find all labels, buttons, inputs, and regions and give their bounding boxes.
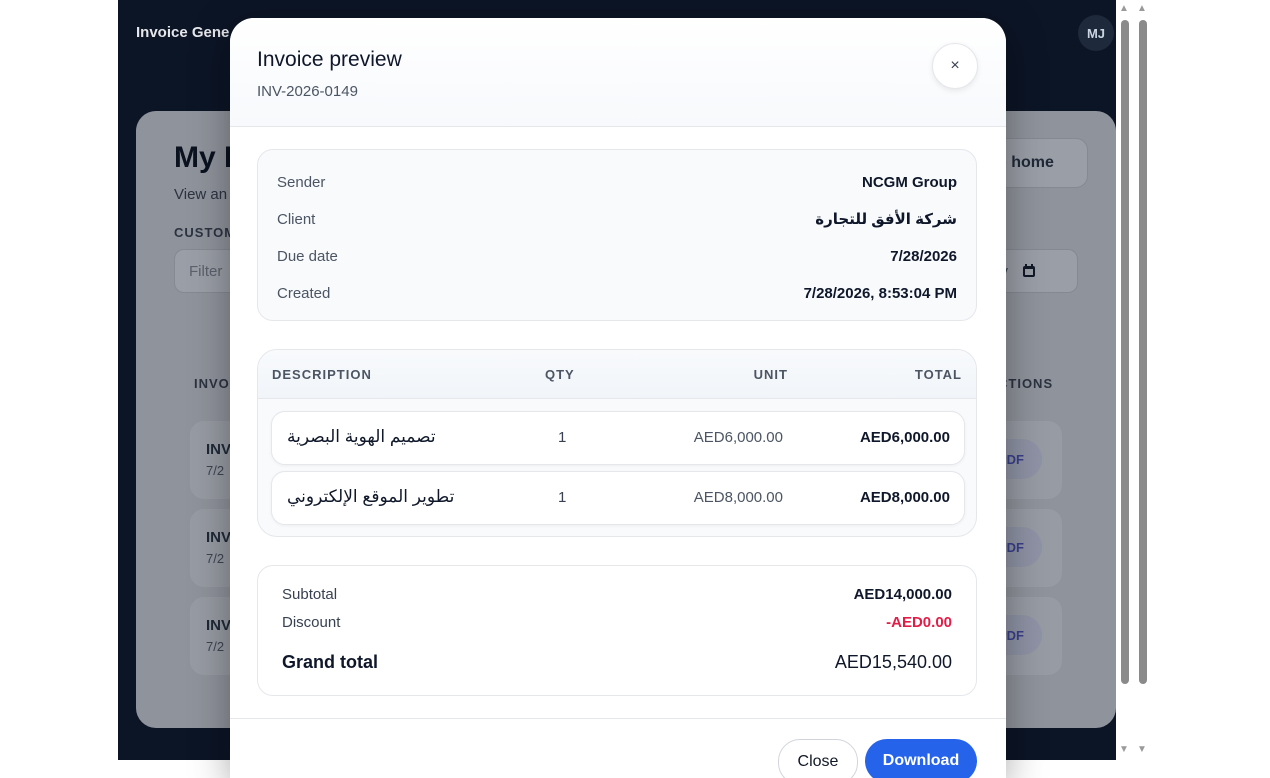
grand-total-value: AED15,540.00 [834, 652, 952, 672]
invoice-meta: Sender NCGM Group Client شركة الأفق للتج… [257, 149, 977, 321]
item-qty: 1 [558, 489, 567, 506]
totals-summary: Subtotal AED14,000.00 Discount -AED0.00 … [257, 565, 977, 696]
created-label: Created [277, 284, 331, 302]
item-total: AED6,000.00 [859, 429, 950, 446]
modal-title: Invoice preview [257, 48, 402, 71]
invoice-id: INV [206, 617, 232, 634]
item-unit-price: AED8,000.00 [693, 489, 783, 506]
created-value: 7/28/2026, 8:53:04 PM [803, 284, 957, 302]
item-total: AED8,000.00 [859, 489, 950, 506]
modal-footer: Close Download [230, 718, 1006, 778]
invoice-date: 7/2 [206, 639, 225, 654]
meta-row-sender: Sender NCGM Group [277, 170, 957, 194]
column-header-invoice: INVO [194, 376, 230, 391]
due-date-label: Due date [277, 247, 338, 265]
client-value: شركة الأفق للتجارة [815, 211, 957, 228]
column-header-total: TOTAL [914, 367, 962, 382]
subtotal-row: Subtotal AED14,000.00 [282, 586, 952, 603]
column-header-qty: QTY [545, 367, 575, 382]
scrollbar[interactable]: ▲ ▼ [1117, 0, 1133, 760]
invoice-id: INV [206, 441, 232, 458]
scroll-up-icon[interactable]: ▲ [1137, 4, 1147, 14]
scroll-down-icon[interactable]: ▼ [1137, 745, 1147, 755]
scrollbar-thumb[interactable] [1121, 20, 1129, 684]
line-items-table: DESCRIPTION QTY UNIT TOTAL تصميم الهوية … [257, 349, 977, 537]
filter-label: CUSTOM [174, 225, 237, 240]
close-button[interactable]: Close [778, 739, 858, 778]
due-date-value: 7/28/2026 [890, 247, 957, 265]
discount-row: Discount -AED0.00 [282, 614, 952, 631]
sender-value: NCGM Group [862, 173, 957, 191]
item-qty: 1 [558, 429, 567, 446]
client-label: Client [277, 210, 316, 228]
table-row: تطوير الموقع الإلكتروني 1 AED8,000.00 AE… [271, 471, 965, 525]
subtotal-label: Subtotal [282, 586, 338, 603]
invoice-date: 7/2 [206, 551, 225, 566]
table-header: DESCRIPTION QTY UNIT TOTAL [258, 350, 976, 399]
calendar-icon[interactable] [1022, 264, 1036, 278]
table-row: تصميم الهوية البصرية 1 AED6,000.00 AED6,… [271, 411, 965, 465]
app-title: Invoice Gene [136, 24, 230, 41]
page-title: My I [174, 141, 233, 174]
column-header-unit: UNIT [753, 367, 788, 382]
invoice-preview-modal: Invoice preview INV-2026-0149 × Sender N… [230, 18, 1006, 778]
invoice-date: 7/2 [206, 463, 225, 478]
scrollbar-thumb[interactable] [1139, 20, 1147, 684]
modal-header: Invoice preview INV-2026-0149 × [230, 18, 1006, 127]
sender-label: Sender [277, 173, 326, 191]
grand-total-label: Grand total [282, 652, 379, 672]
close-icon[interactable]: × [932, 43, 978, 89]
avatar[interactable]: MJ [1078, 15, 1114, 51]
scroll-down-icon[interactable]: ▼ [1119, 745, 1129, 755]
item-description: تطوير الموقع الإلكتروني [287, 487, 455, 506]
meta-row-due-date: Due date 7/28/2026 [277, 244, 957, 268]
subtotal-value: AED14,000.00 [853, 586, 952, 603]
download-button[interactable]: Download [865, 739, 977, 778]
discount-value: -AED0.00 [886, 614, 952, 631]
invoice-number: INV-2026-0149 [257, 83, 358, 100]
column-header-actions: CTIONS [998, 376, 1054, 391]
scrollbar[interactable]: ▲ ▼ [1135, 0, 1151, 760]
scroll-up-icon[interactable]: ▲ [1119, 4, 1129, 14]
invoice-id: INV [206, 529, 232, 546]
discount-label: Discount [282, 614, 341, 631]
item-unit-price: AED6,000.00 [693, 429, 783, 446]
grand-total-row: Grand total AED15,540.00 [282, 652, 952, 673]
meta-row-created: Created 7/28/2026, 8:53:04 PM [277, 281, 957, 305]
item-description: تصميم الهوية البصرية [287, 427, 436, 446]
page-subtitle: View an [174, 186, 228, 203]
column-header-description: DESCRIPTION [272, 367, 372, 382]
meta-row-client: Client شركة الأفق للتجارة [277, 207, 957, 231]
